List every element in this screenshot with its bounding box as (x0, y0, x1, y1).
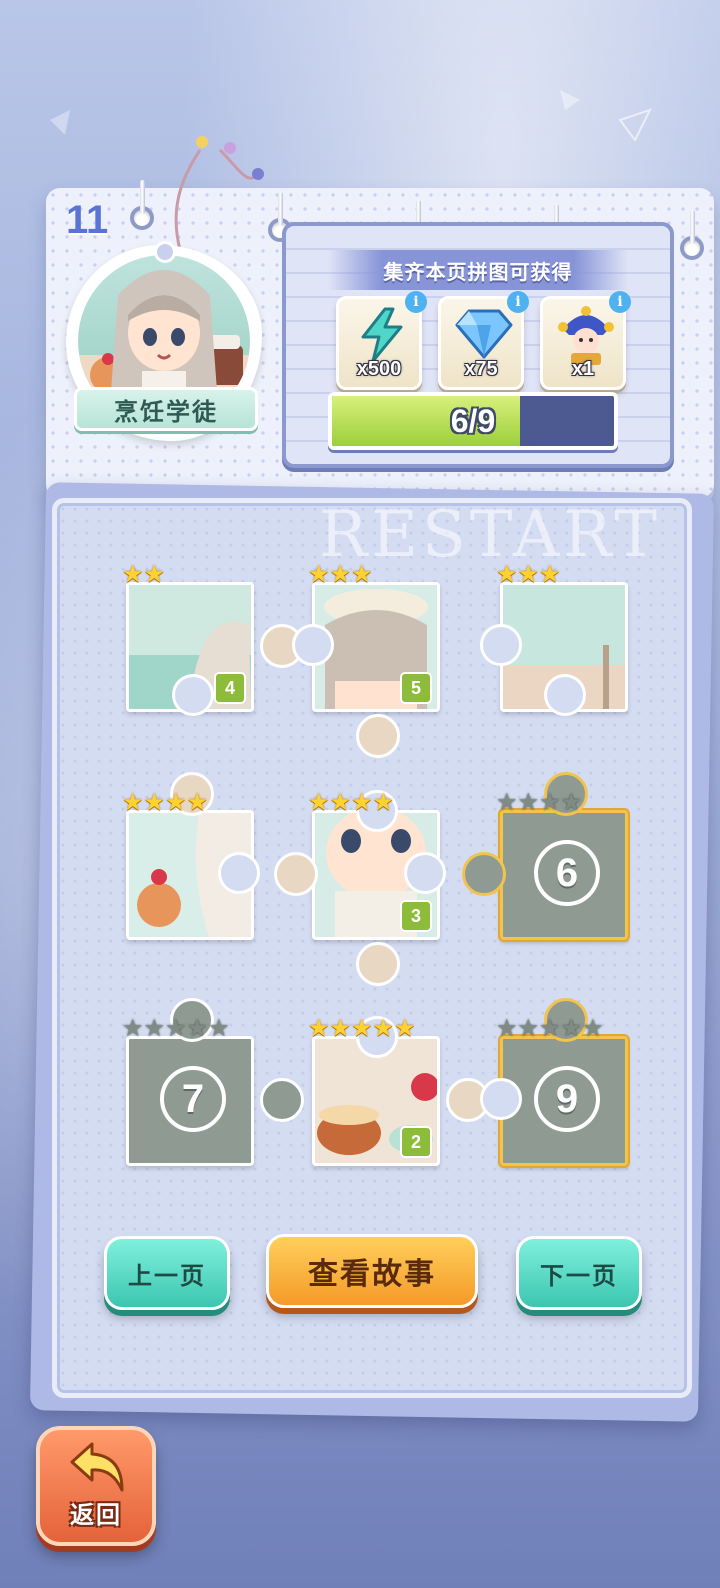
star-icon: ★ (496, 560, 518, 588)
piece-stars: ★ ★ ★ (308, 562, 373, 586)
star-icon: ★ (143, 1014, 166, 1042)
piece-count-badge: 2 (400, 1126, 432, 1158)
piece-stars: ★ ★ ★ ★ ★ (496, 1016, 604, 1040)
star-icon: ★ (517, 1014, 540, 1042)
star-icon: ★ (496, 1014, 518, 1042)
puzzle-piece-1[interactable]: ★ ★ 4 (122, 562, 304, 716)
star-icon: ★ (372, 1014, 395, 1042)
star-icon: ★ (351, 560, 373, 588)
piece-stars: ★ ★ ★ ★ (308, 790, 394, 814)
star-icon: ★ (517, 788, 540, 816)
star-icon: ★ (329, 788, 352, 816)
star-icon: ★ (186, 788, 209, 816)
piece-count-badge: 4 (214, 672, 246, 704)
star-icon: ★ (186, 1014, 209, 1042)
star-icon: ★ (122, 788, 144, 816)
star-icon: ★ (122, 560, 144, 588)
piece-number: 6 (534, 840, 600, 906)
info-icon[interactable]: i (405, 291, 427, 313)
puzzle-piece-8[interactable]: ★ ★ ★ ★ ★ 2 (308, 1016, 490, 1166)
star-icon: ★ (208, 1014, 230, 1042)
star-icon: ★ (582, 1014, 604, 1042)
piece-stars: ★ ★ (122, 562, 165, 586)
diamond-icon (455, 309, 513, 359)
reward-item-diamond[interactable]: i x75 (438, 291, 529, 390)
character-tag[interactable]: 烹饪学徒 (58, 235, 268, 455)
star-icon: ★ (143, 560, 166, 588)
piece-count-badge: 3 (400, 900, 432, 932)
star-icon: ★ (143, 788, 166, 816)
star-icon: ★ (560, 788, 583, 816)
star-icon: ★ (165, 788, 187, 816)
sparkle-decoration (560, 90, 652, 142)
piece-stars: ★ ★ ★ ★ (122, 790, 208, 814)
piece-stars: ★ ★ ★ ★ (496, 790, 582, 814)
star-icon: ★ (560, 1014, 583, 1042)
reward-qty: x1 (571, 358, 595, 380)
piece-stars: ★ ★ ★ ★ ★ (122, 1016, 230, 1040)
binder-ring (680, 210, 704, 260)
star-icon: ★ (122, 1014, 144, 1042)
star-icon: ★ (329, 560, 352, 588)
star-icon: ★ (539, 560, 561, 588)
reward-title: 集齐本页拼图可获得 (328, 250, 628, 290)
puzzle-piece-2[interactable]: ★ ★ ★ 5 (292, 562, 440, 758)
star-icon: ★ (308, 560, 330, 588)
back-label: 返回 (70, 1501, 122, 1529)
star-icon: ★ (308, 1014, 330, 1042)
back-arrow-icon (70, 1442, 124, 1492)
star-icon: ★ (496, 788, 518, 816)
piece-number: 9 (534, 1066, 600, 1132)
star-icon: ★ (539, 1014, 561, 1042)
info-icon[interactable]: i (507, 291, 529, 313)
tag-hole (154, 241, 176, 263)
progress-text: 6/9 (450, 402, 496, 439)
reward-qty: x500 (356, 358, 402, 380)
star-icon: ★ (329, 1014, 352, 1042)
piece-stars: ★ ★ ★ ★ ★ (308, 1016, 416, 1040)
reward-qty: x75 (464, 358, 498, 380)
lightning-icon (361, 307, 403, 363)
next-page-button[interactable]: 下一页 (516, 1236, 642, 1310)
puzzle-piece-5[interactable]: ★ ★ ★ ★ 3 (274, 790, 446, 986)
view-story-button[interactable]: 查看故事 (266, 1234, 478, 1308)
puzzle-piece-3[interactable]: ★ ★ ★ (480, 562, 628, 716)
star-icon: ★ (308, 788, 330, 816)
star-icon: ★ (351, 1014, 373, 1042)
puzzle-piece-6-locked[interactable]: 6 ★ ★ ★ ★ (462, 772, 628, 940)
reward-item-energy[interactable]: i x500 (336, 291, 427, 390)
piece-count-badge: 5 (400, 672, 432, 704)
piece-stars: ★ ★ ★ (496, 562, 561, 586)
star-icon: ★ (351, 788, 373, 816)
puzzle-piece-9-locked[interactable]: 9 ★ ★ ★ ★ ★ (480, 998, 628, 1166)
piece-number: 7 (160, 1066, 226, 1132)
star-icon: ★ (165, 1014, 187, 1042)
puzzle-piece-7-locked[interactable]: 7 ★ ★ ★ ★ ★ (122, 998, 304, 1166)
prev-page-button[interactable]: 上一页 (104, 1236, 230, 1310)
star-icon: ★ (539, 788, 561, 816)
sparkle-decoration (50, 110, 70, 135)
star-icon: ★ (517, 560, 540, 588)
collection-progress-bar: 6/9 (328, 392, 618, 450)
reward-item-jester[interactable]: i x1 (540, 291, 631, 390)
character-title: 烹饪学徒 (74, 387, 258, 431)
star-icon: ★ (372, 788, 395, 816)
puzzle-piece-4[interactable]: ★ ★ ★ ★ (122, 772, 260, 940)
star-icon: ★ (394, 1014, 416, 1042)
back-button[interactable]: 返回 (36, 1426, 156, 1546)
info-icon[interactable]: i (609, 291, 631, 313)
